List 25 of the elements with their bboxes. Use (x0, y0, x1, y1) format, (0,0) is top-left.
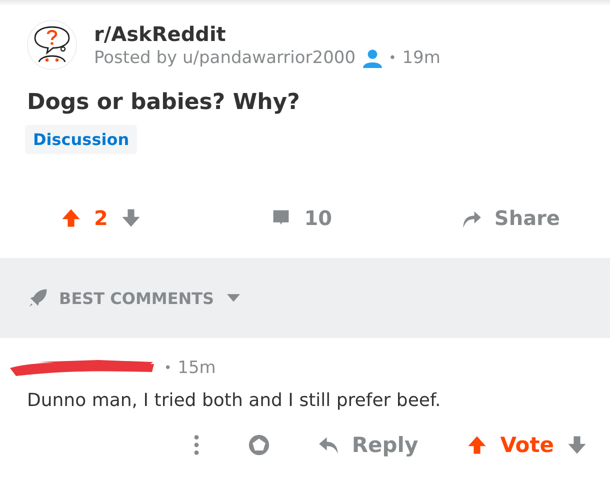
award-icon[interactable] (248, 434, 270, 456)
subreddit-avatar-icon (27, 20, 77, 70)
posted-by-text: Posted by u/pandawarrior2000 (94, 48, 356, 68)
subreddit-name[interactable]: r/AskReddit (94, 22, 440, 46)
separator-dot: • (388, 50, 396, 66)
downvote-icon[interactable] (566, 434, 588, 456)
caret-icon (227, 294, 240, 302)
vote-label: Vote (500, 433, 554, 457)
more-options-icon[interactable] (192, 434, 200, 456)
comment-text: Dunno man, I tried both and I still prefer beef. (26, 389, 442, 411)
vote-score: 2 (94, 206, 108, 230)
person-icon (362, 48, 383, 68)
share-button[interactable]: Share (460, 206, 560, 230)
sort-dropdown[interactable]: BEST COMMENTS (27, 287, 240, 309)
upvote-icon[interactable] (60, 207, 82, 229)
flair-tag[interactable]: Discussion (25, 125, 138, 154)
rocket-icon (27, 287, 49, 309)
downvote-icon[interactable] (120, 207, 142, 229)
upvote-icon[interactable] (466, 434, 488, 456)
post-age: 19m (402, 48, 440, 68)
comment-age: 15m (178, 358, 216, 378)
separator-dot: • (164, 360, 172, 376)
post-title: Dogs or babies? Why? (26, 89, 301, 115)
comments-button[interactable]: 10 (270, 206, 332, 230)
reply-button[interactable]: Reply (318, 433, 418, 457)
